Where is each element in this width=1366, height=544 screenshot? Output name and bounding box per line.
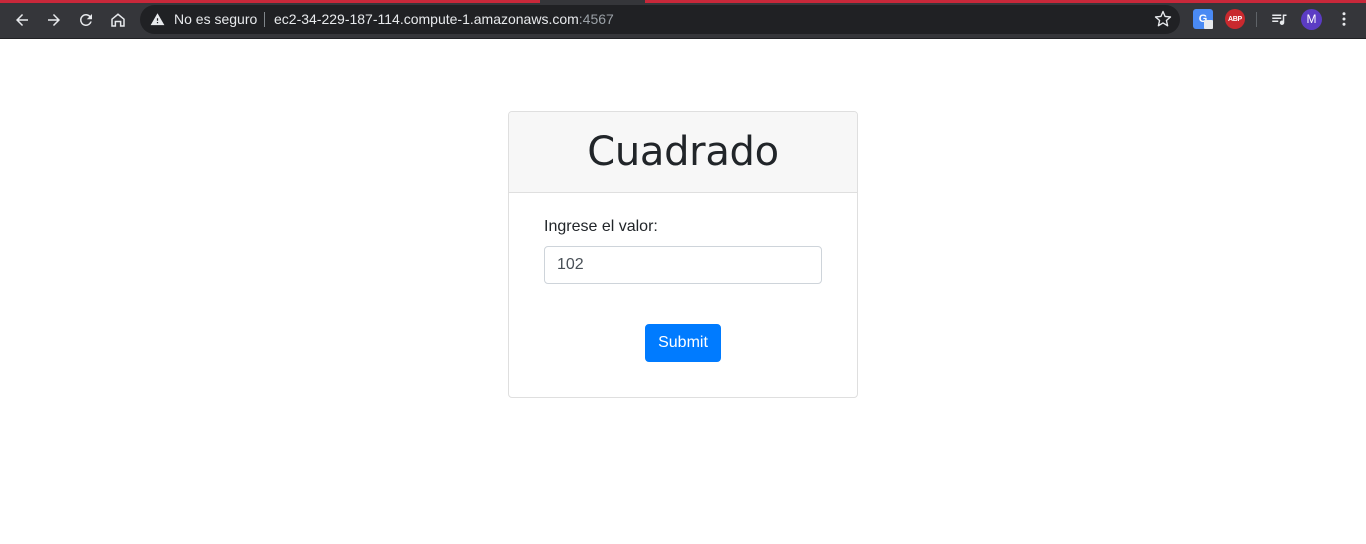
translate-extension-icon[interactable]: G [1193, 9, 1213, 29]
star-icon[interactable] [1154, 10, 1172, 28]
arrow-right-icon [48, 14, 60, 26]
profile-avatar[interactable]: M [1301, 9, 1322, 30]
browser-toolbar: No es seguro ec2-34-229-187-114.compute-… [0, 0, 1366, 39]
url-text[interactable]: ec2-34-229-187-114.compute-1.amazonaws.c… [274, 12, 614, 27]
tab-strip-accent [0, 0, 540, 3]
divider [264, 12, 265, 27]
value-input[interactable] [544, 246, 822, 284]
address-bar[interactable]: No es seguro ec2-34-229-187-114.compute-… [140, 5, 1180, 34]
security-status[interactable]: No es seguro [174, 12, 257, 27]
divider [1256, 12, 1257, 27]
reload-button[interactable] [72, 6, 100, 34]
submit-button[interactable]: Submit [645, 324, 721, 362]
page-title: Cuadrado [587, 129, 779, 175]
value-label: Ingrese el valor: [544, 218, 658, 235]
card-header: Cuadrado [509, 112, 857, 193]
home-button[interactable] [104, 6, 132, 34]
arrow-left-icon [16, 14, 28, 26]
media-queue-button[interactable] [1269, 9, 1289, 29]
forward-button[interactable] [40, 6, 68, 34]
url-host: ec2-34-229-187-114.compute-1.amazonaws.c… [274, 11, 579, 27]
abp-label: ABP [1228, 15, 1242, 23]
card-body: Ingrese el valor: Submit [509, 193, 857, 397]
playlist-icon [1272, 14, 1287, 26]
url-port: :4567 [578, 11, 614, 27]
back-button[interactable] [8, 6, 36, 34]
adblock-extension-icon[interactable]: ABP [1225, 9, 1245, 29]
tab-strip-accent [645, 0, 1366, 3]
home-icon [111, 13, 125, 27]
warning-icon[interactable] [150, 12, 165, 27]
browser-menu-button[interactable] [1334, 9, 1354, 29]
square-form-card: Cuadrado Ingrese el valor: Submit [508, 111, 858, 398]
more-vert-icon [1342, 12, 1346, 26]
reload-icon [79, 13, 92, 26]
